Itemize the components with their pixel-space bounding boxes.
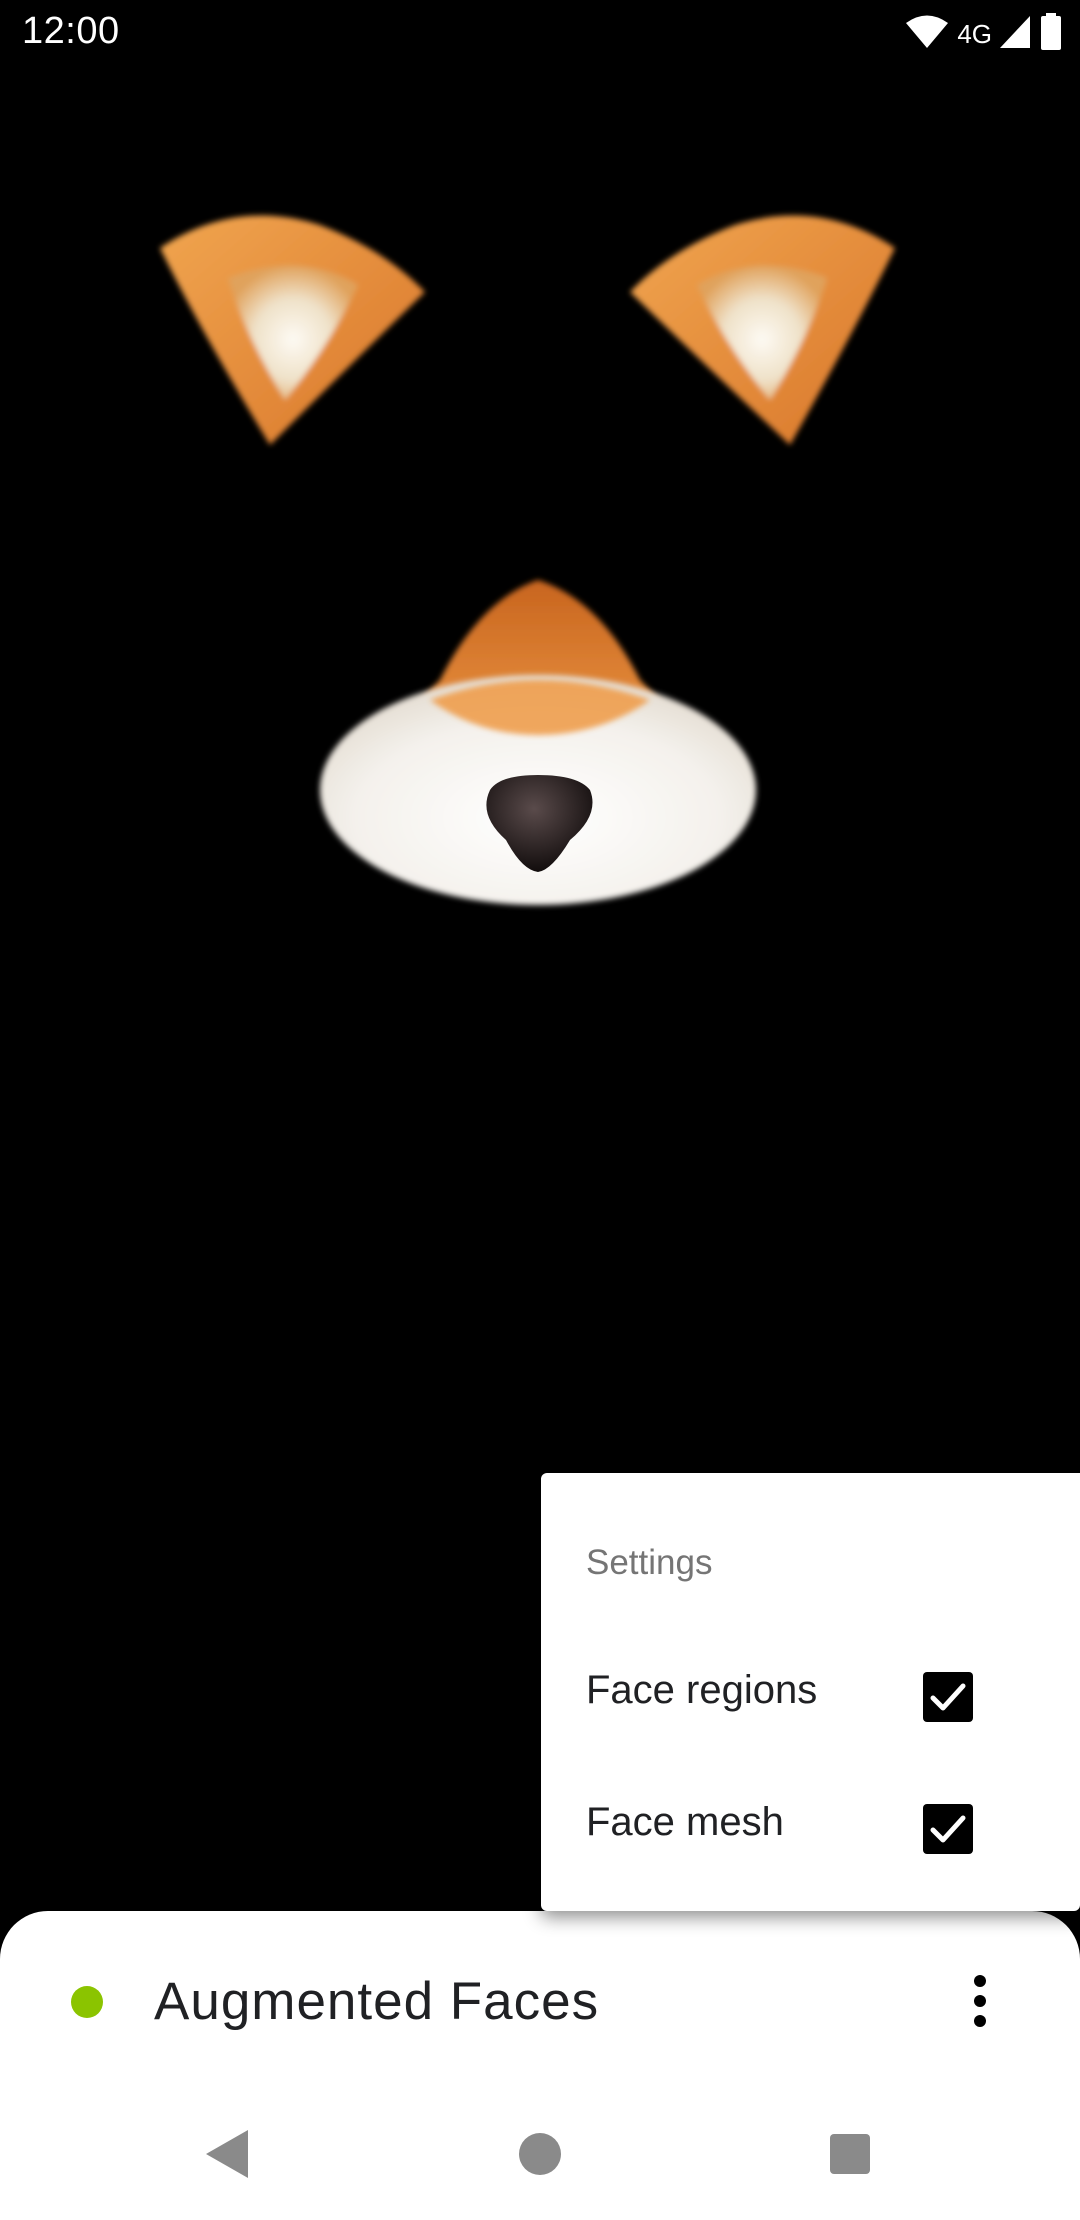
menu-item-face-mesh[interactable]: Face mesh xyxy=(541,1760,1080,1880)
home-icon xyxy=(519,2133,561,2175)
cell-signal-icon xyxy=(998,14,1032,55)
status-dot xyxy=(71,1986,103,2018)
status-time: 12:00 xyxy=(22,10,120,52)
settings-menu: Settings Face regions Face mesh xyxy=(541,1473,1080,1911)
check-icon xyxy=(930,1815,966,1843)
battery-icon xyxy=(1040,12,1062,56)
more-vert-icon xyxy=(974,1975,986,2027)
network-type: 4G xyxy=(957,18,992,49)
navigation-bar xyxy=(0,2100,1080,2220)
wifi-icon xyxy=(905,14,949,55)
check-icon xyxy=(930,1683,966,1711)
back-button[interactable] xyxy=(168,2100,288,2210)
left-ear xyxy=(160,215,425,445)
status-icons: 4G xyxy=(905,12,1062,56)
face-regions-checkbox[interactable] xyxy=(923,1672,973,1722)
status-bar: 12:00 4G xyxy=(0,0,1080,66)
home-button[interactable] xyxy=(480,2100,600,2210)
right-ear xyxy=(630,215,895,445)
settings-title: Settings xyxy=(586,1543,713,1582)
face-mesh-label: Face mesh xyxy=(586,1800,784,1844)
recents-icon xyxy=(830,2134,870,2174)
face-regions-label: Face regions xyxy=(586,1668,818,1712)
face-mesh-checkbox[interactable] xyxy=(923,1804,973,1854)
app-title: Augmented Faces xyxy=(154,1972,600,2031)
more-options-button[interactable] xyxy=(955,1971,1005,2035)
back-icon xyxy=(206,2130,248,2178)
recents-button[interactable] xyxy=(790,2100,910,2210)
menu-item-face-regions[interactable]: Face regions xyxy=(541,1628,1080,1748)
